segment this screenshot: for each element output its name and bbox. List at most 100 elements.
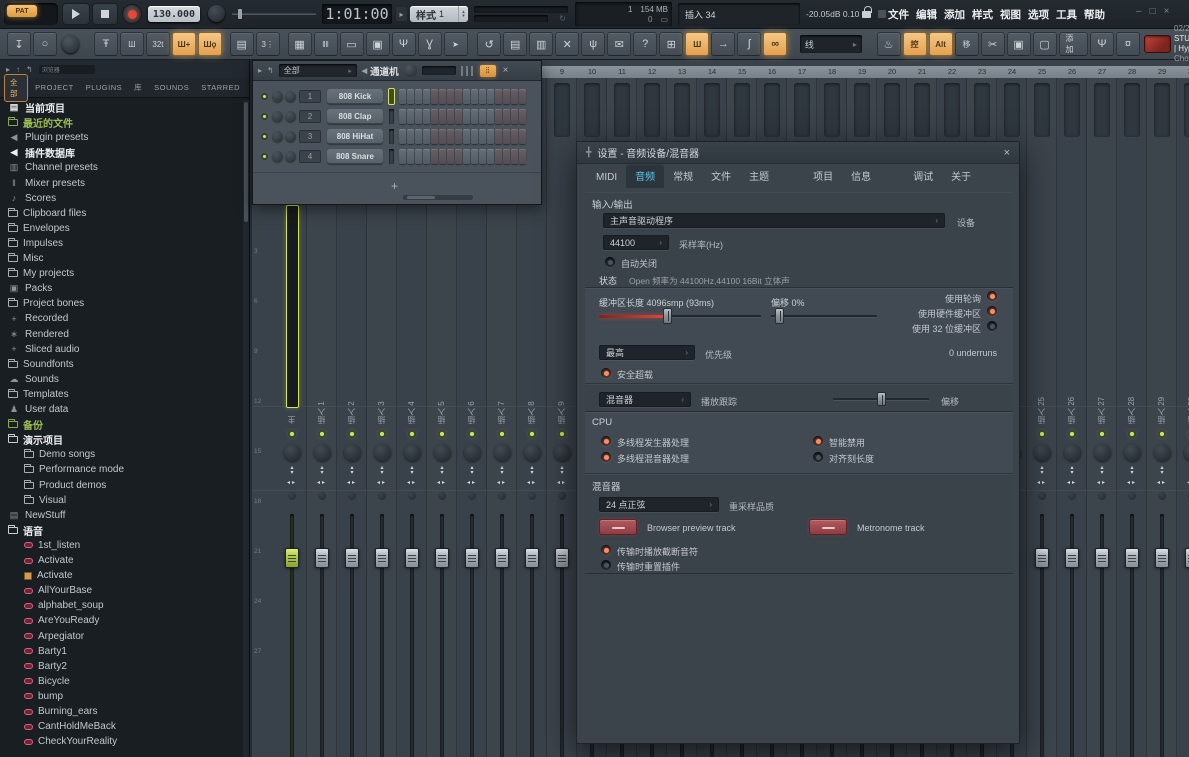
browser-item[interactable]: Product demos — [0, 478, 244, 493]
mixer-track-knob[interactable] — [464, 444, 481, 461]
browser-item[interactable]: ▥ Channel presets — [0, 160, 244, 175]
pan-arrows[interactable]: ◂▸ — [1027, 479, 1057, 486]
mixer-track-led[interactable] — [378, 430, 386, 438]
mixer-track-label[interactable]: 插入 8 — [526, 370, 537, 424]
rack-scrollbar[interactable] — [403, 195, 473, 200]
sample-rate-dropdown[interactable]: 44100 › — [603, 235, 669, 250]
mixer-track-knob[interactable] — [404, 444, 421, 461]
channel-volume-knob[interactable] — [285, 151, 296, 162]
mixer-track-led[interactable] — [1038, 430, 1046, 438]
browser-item[interactable]: ◀ 插件数据库 — [0, 145, 244, 160]
mixer-track-led[interactable] — [1158, 430, 1166, 438]
channel-pan-knob[interactable] — [272, 111, 283, 122]
pan-arrows[interactable]: ◂▸ — [337, 479, 367, 486]
step-grid-toggle-icon[interactable]: ⣿ — [479, 64, 496, 77]
stereo-separation-arrows[interactable]: ▴▾ — [1147, 465, 1177, 476]
mixer-track-label[interactable]: 插入 9 — [556, 370, 567, 424]
browser-preview-track-button[interactable] — [599, 519, 637, 535]
buffer-slider-thumb[interactable] — [663, 308, 672, 324]
channel-rack-titlebar[interactable]: ▸ ↰ 全部 ▸ ◀ 通道机 ⣿ × — [253, 61, 541, 81]
browser-item[interactable]: Bicycle — [0, 674, 244, 689]
step-cell[interactable] — [495, 109, 502, 124]
browser-item[interactable]: Templates — [0, 387, 244, 402]
control-button[interactable]: 控 — [902, 32, 927, 56]
step-cell[interactable] — [471, 149, 478, 164]
smart-disable-radio[interactable] — [813, 436, 823, 446]
piano-roll-icon[interactable]: ▭ — [339, 32, 364, 56]
mixer-track-led[interactable] — [1098, 430, 1106, 438]
blend-knob[interactable] — [62, 35, 80, 53]
step-cell[interactable] — [463, 149, 470, 164]
stereo-separation-arrows[interactable]: ▴▾ — [1027, 465, 1057, 476]
step-cell[interactable] — [399, 89, 406, 104]
position-bars[interactable]: ↻ — [474, 6, 568, 23]
master-pitch-slider[interactable] — [232, 9, 316, 19]
pattern-position-bar[interactable] — [474, 15, 548, 22]
step-cell[interactable] — [471, 129, 478, 144]
browser-item[interactable]: + Recorded — [0, 311, 244, 326]
time-display[interactable]: 1:01:00 — [322, 4, 392, 24]
save-icon[interactable]: ▤ — [503, 32, 528, 56]
settings-tab-5[interactable]: 项目 — [804, 164, 842, 188]
step-cell[interactable] — [399, 149, 406, 164]
cut-icon[interactable]: ✂ — [980, 32, 1005, 56]
stereo-separation-arrows[interactable]: ▴▾ — [1087, 465, 1117, 476]
snap-selector[interactable]: 线 ▸ — [799, 35, 862, 53]
priority-dropdown[interactable]: 最高 › — [599, 345, 695, 360]
step-cell[interactable] — [511, 149, 518, 164]
step-cell[interactable] — [399, 129, 406, 144]
master-volume-knob[interactable] — [208, 5, 225, 22]
mixer-track-knob[interactable] — [524, 444, 541, 461]
channel-volume-knob[interactable] — [285, 131, 296, 142]
step-cell[interactable] — [519, 109, 526, 124]
browser-item[interactable]: Arpegiator — [0, 629, 244, 644]
browser-tab-2[interactable]: PLUGINS — [81, 81, 127, 94]
menu-item-1[interactable]: 编辑 — [916, 7, 937, 22]
pattern-stepper[interactable]: ▴ ▾ — [458, 6, 468, 22]
mixer-track-knob[interactable] — [1034, 444, 1051, 461]
mixer-track-label[interactable]: 插入 25 — [1036, 370, 1047, 424]
pan-arrows[interactable]: ◂▸ — [277, 479, 307, 486]
step-cell[interactable] — [519, 149, 526, 164]
menu-item-3[interactable]: 样式 — [972, 7, 993, 22]
graph-editor-icon[interactable] — [460, 65, 475, 76]
fader-handle[interactable] — [345, 548, 359, 568]
channel-name-button[interactable]: 808 Kick — [327, 89, 383, 104]
channel-mute-led[interactable] — [261, 153, 268, 160]
browser-back-icon[interactable]: ↰ — [26, 65, 33, 74]
countdown-icon[interactable]: Шϙ — [197, 32, 222, 56]
tracking-offset-slider[interactable] — [833, 392, 929, 406]
record-button[interactable] — [122, 4, 142, 24]
stop-button[interactable] — [92, 3, 118, 25]
slide-notes-icon[interactable]: ▤ — [229, 32, 254, 56]
song-position-bar[interactable] — [474, 6, 568, 13]
pan-arrows[interactable]: ◂▸ — [1087, 479, 1117, 486]
stereo-separation-arrows[interactable]: ▴▾ — [547, 465, 577, 476]
stamp-tool-icon[interactable]: ♨ — [876, 32, 901, 56]
hw-buffer-radio[interactable] — [987, 306, 997, 316]
mixer-mini-knob[interactable] — [1068, 492, 1076, 500]
step-cell[interactable] — [511, 89, 518, 104]
browser-item[interactable]: 最近的文件 — [0, 115, 244, 130]
play-truncated-radio[interactable] — [601, 545, 611, 555]
step-cell[interactable] — [511, 109, 518, 124]
step-cell[interactable] — [431, 109, 438, 124]
mixer-track-led[interactable] — [1128, 430, 1136, 438]
mixer-track-knob[interactable] — [554, 444, 571, 461]
browser-item[interactable]: ▣ Packs — [0, 281, 244, 296]
settings-tab-8[interactable]: 关于 — [942, 164, 980, 188]
lock-icon[interactable] — [862, 6, 872, 18]
mixer-track-knob[interactable] — [1124, 444, 1141, 461]
step-cell[interactable] — [399, 109, 406, 124]
mixer-mini-knob[interactable] — [468, 492, 476, 500]
metronome-track-button[interactable] — [809, 519, 847, 535]
align-ticks-radio[interactable] — [813, 452, 823, 462]
mixer-track-label[interactable]: 插入 1 — [316, 370, 327, 424]
stereo-separation-arrows[interactable]: ▴▾ — [307, 465, 337, 476]
browser-item[interactable]: AreYouReady — [0, 613, 244, 628]
playback-tracking-dropdown[interactable]: 混音器 › — [599, 392, 691, 407]
step-cell[interactable] — [415, 149, 422, 164]
mixer-track-label[interactable]: 插入 28 — [1126, 370, 1137, 424]
stereo-separation-arrows[interactable]: ▴▾ — [337, 465, 367, 476]
browser-tab-0[interactable]: 全部 — [4, 73, 29, 102]
